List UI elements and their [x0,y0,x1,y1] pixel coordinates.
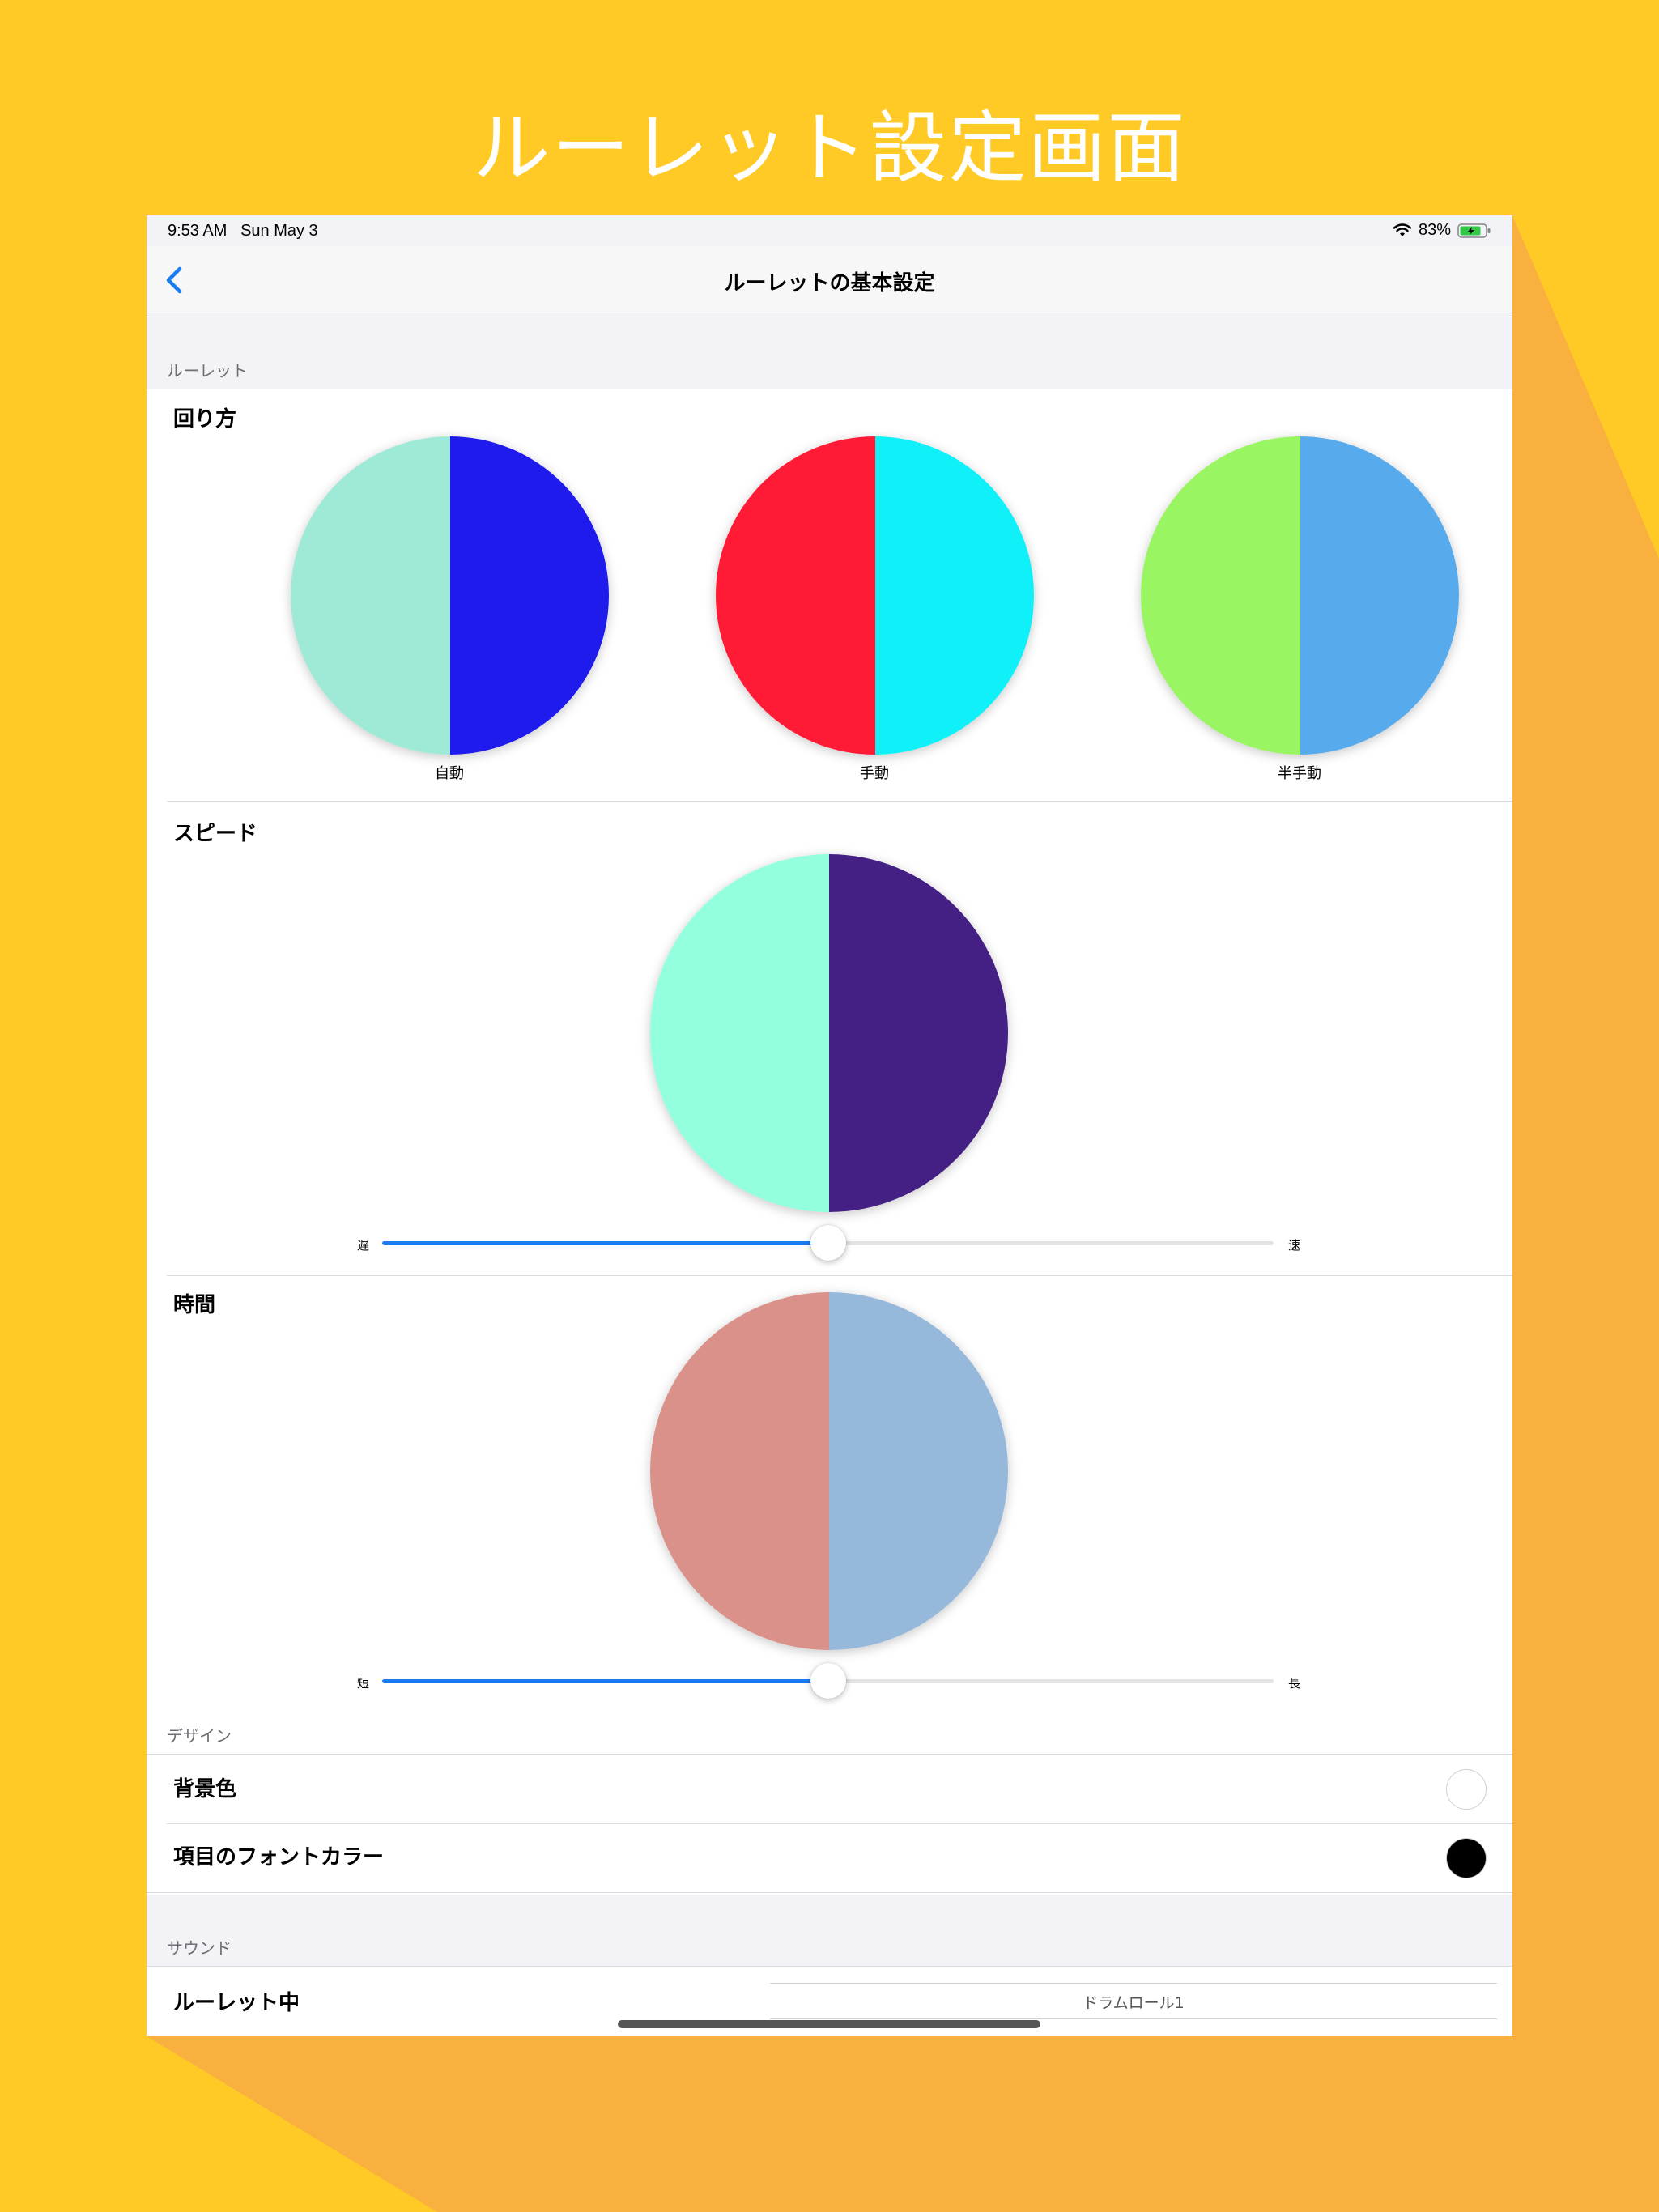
picker-line-top [770,1983,1497,1984]
background-color-row[interactable]: 背景色 [147,1755,1512,1823]
navigation-bar: ルーレットの基本設定 [147,246,1512,313]
spin-mode-auto-wheel[interactable] [291,436,609,755]
spin-mode-semi-wheel[interactable] [1141,436,1459,755]
wheel-segment-left [650,1292,829,1650]
spin-mode-auto-caption: 自動 [435,765,464,782]
slider-fill [382,1679,828,1683]
wheel-segment-left [291,436,450,755]
background-color-label: 背景色 [173,1777,237,1802]
speed-min-label: 遅 [357,1238,370,1253]
font-color-swatch[interactable] [1446,1838,1487,1878]
font-color-row[interactable]: 項目のフォントカラー [147,1824,1512,1892]
status-date: Sun May 3 [240,222,318,240]
slider-thumb[interactable] [810,1663,846,1699]
slider-thumb[interactable] [810,1225,846,1261]
wheel-segment-left [716,436,875,755]
battery-icon [1457,223,1491,238]
wheel-segment-right [449,436,609,755]
wheel-segment-right [874,436,1034,755]
nav-title: ルーレットの基本設定 [724,271,935,296]
headline: ルーレット設定画面 [472,103,1187,194]
font-color-label: 項目のフォントカラー [173,1845,385,1870]
time-slider[interactable] [382,1663,1274,1699]
slider-fill [382,1241,828,1245]
divider [167,801,1512,802]
time-label: 時間 [173,1293,216,1317]
design-group: 背景色 項目のフォントカラー [147,1754,1512,1893]
picker-line-bottom [770,2018,1497,2019]
home-indicator [618,2020,1040,2028]
status-time-text: 9:53 AM [168,222,228,240]
during-roulette-label: ルーレット中 [173,1991,300,2015]
wheel-segment-left [1141,436,1300,755]
wifi-icon [1393,223,1412,236]
status-right: 83% [1393,221,1491,240]
time-min-label: 短 [357,1676,370,1691]
spin-mode-manual-caption: 手動 [860,765,889,782]
time-preview-wheel [650,1292,1008,1650]
wheel-segment-right [829,854,1008,1212]
status-time: 9:53 AM Sun May 3 [168,222,318,240]
wheel-segment-right [1300,436,1459,755]
section-header-design: デザイン [167,1726,232,1746]
roulette-group: 回り方 自動 手動 半手動 スピード 遅 速 時間 短 長 [147,389,1512,1895]
section-header-roulette: ルーレット [167,361,248,381]
spin-mode-semi-caption: 半手動 [1278,765,1321,782]
wheel-segment-right [829,1292,1008,1650]
spin-mode-manual-wheel[interactable] [716,436,1034,755]
speed-label: スピード [173,822,258,846]
background-color-swatch[interactable] [1446,1769,1487,1810]
sound-picker-value[interactable]: ドラムロール1 [770,1991,1497,2013]
status-bar: 9:53 AM Sun May 3 83% [147,215,1512,246]
speed-preview-wheel [650,854,1008,1212]
wheel-segment-left [650,854,829,1212]
section-header-sound: サウンド [167,1938,232,1958]
divider [167,1275,1512,1276]
spin-mode-label: 回り方 [173,407,237,432]
speed-max-label: 速 [1288,1238,1301,1253]
speed-slider[interactable] [382,1225,1274,1261]
battery-percent: 83% [1418,221,1451,239]
time-max-label: 長 [1288,1676,1301,1691]
